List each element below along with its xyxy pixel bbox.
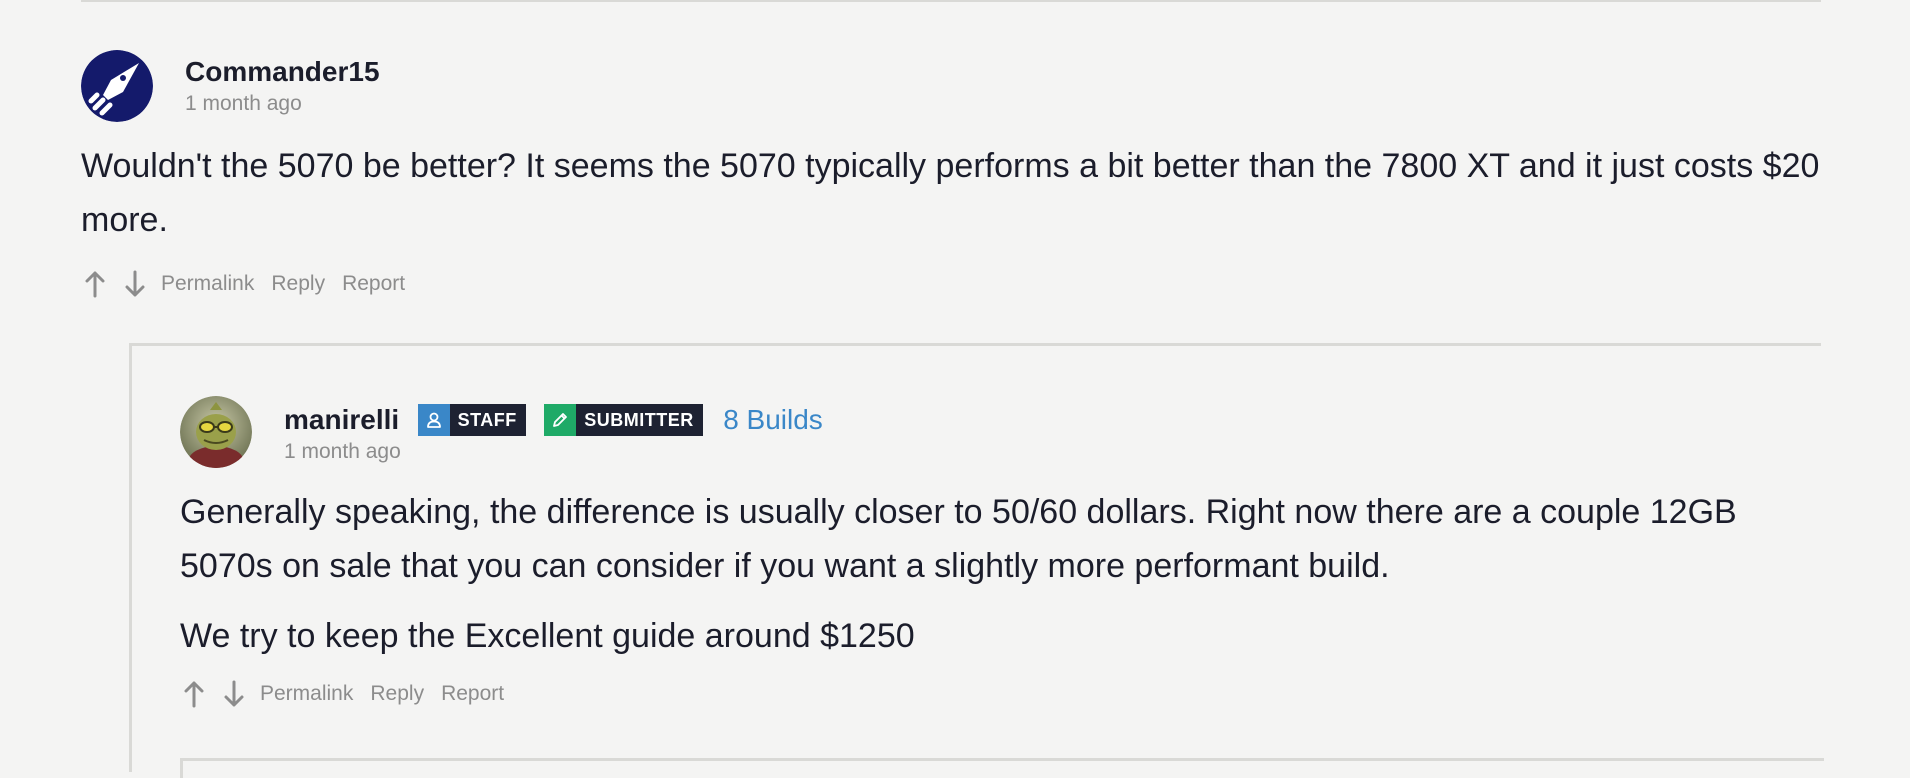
report-link[interactable]: Report bbox=[342, 268, 405, 300]
rocket-logo-icon bbox=[81, 50, 153, 122]
report-link[interactable]: Report bbox=[441, 678, 504, 710]
pencil-icon bbox=[544, 404, 577, 436]
top-divider bbox=[81, 0, 1821, 2]
comment-header: manirelli STAFF SUBMITTER 8 Builds 1 mon… bbox=[284, 403, 823, 466]
builds-link[interactable]: 8 Builds bbox=[723, 403, 823, 437]
comment-body: Wouldn't the 5070 be better? It seems th… bbox=[81, 139, 1821, 247]
avatar[interactable] bbox=[180, 396, 252, 468]
downvote-icon[interactable] bbox=[121, 268, 149, 300]
user-icon bbox=[417, 404, 450, 436]
nested-thread-border bbox=[180, 758, 183, 778]
comment-paragraph: We try to keep the Excellent guide aroun… bbox=[180, 617, 915, 655]
username[interactable]: Commander15 bbox=[185, 55, 380, 89]
username[interactable]: manirelli bbox=[284, 403, 399, 437]
comment-actions: Permalink Reply Report bbox=[81, 268, 422, 300]
submitter-badge: SUBMITTER bbox=[544, 404, 703, 436]
nested-thread-divider bbox=[180, 758, 1824, 761]
badge-label: STAFF bbox=[457, 410, 517, 430]
reply-link[interactable]: Reply bbox=[370, 678, 424, 710]
upvote-icon[interactable] bbox=[180, 678, 208, 710]
reply-link[interactable]: Reply bbox=[271, 268, 325, 300]
permalink-link[interactable]: Permalink bbox=[161, 268, 254, 300]
timestamp[interactable]: 1 month ago bbox=[185, 90, 380, 118]
upvote-icon[interactable] bbox=[81, 268, 109, 300]
timestamp[interactable]: 1 month ago bbox=[284, 438, 823, 466]
staff-badge: STAFF bbox=[417, 404, 526, 436]
avatar[interactable] bbox=[81, 50, 153, 122]
comment-header: Commander15 1 month ago bbox=[185, 55, 380, 118]
comment-actions: Permalink Reply Report bbox=[180, 678, 521, 710]
user-avatar-photo bbox=[180, 396, 252, 468]
downvote-icon[interactable] bbox=[220, 678, 248, 710]
permalink-link[interactable]: Permalink bbox=[260, 678, 353, 710]
reply-thread: manirelli STAFF SUBMITTER 8 Builds 1 mon… bbox=[129, 343, 1824, 778]
comment-paragraph: Wouldn't the 5070 be better? It seems th… bbox=[81, 147, 1820, 239]
badge-label: SUBMITTER bbox=[584, 410, 694, 430]
comment-paragraph: Generally speaking, the difference is us… bbox=[180, 493, 1737, 585]
comment-body: Generally speaking, the difference is us… bbox=[180, 485, 1820, 663]
